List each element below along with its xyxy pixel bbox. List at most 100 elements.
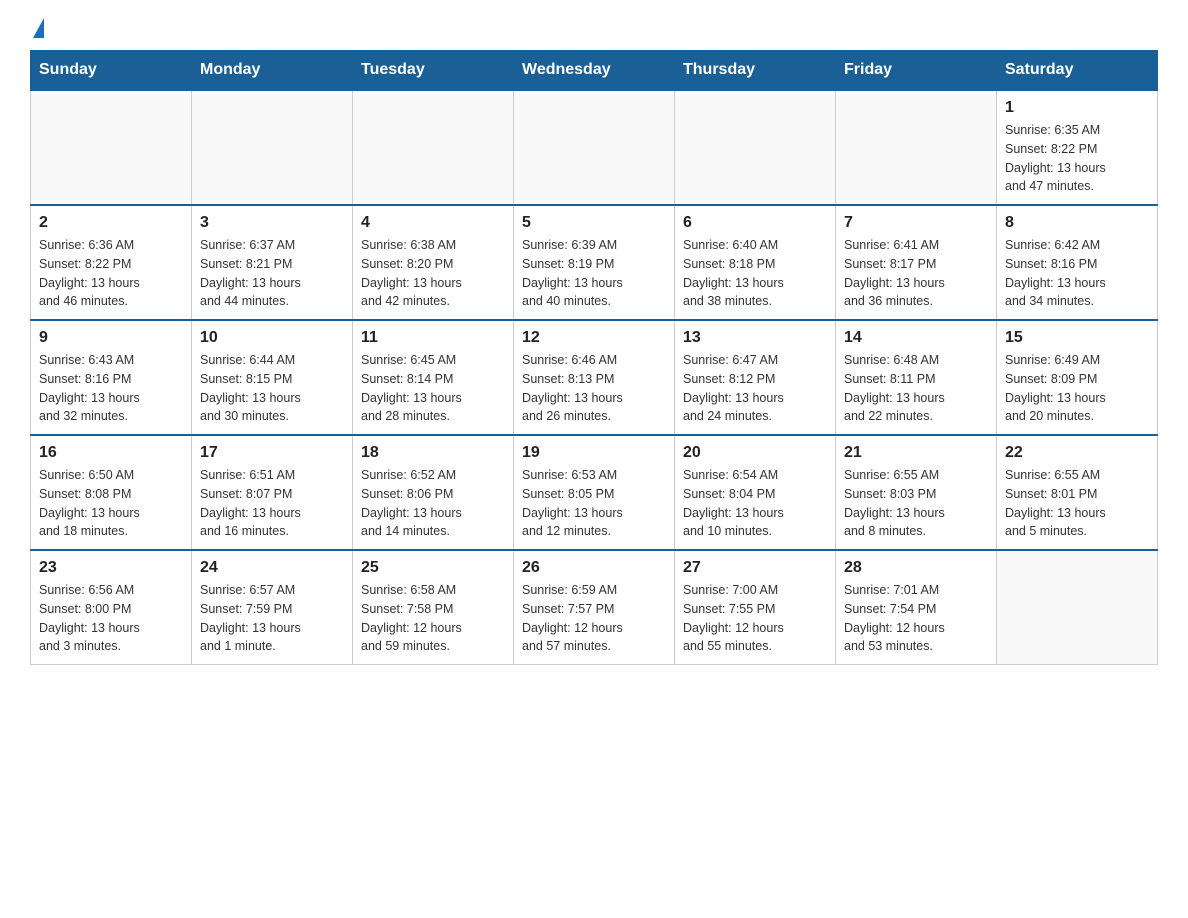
calendar-cell: 22 Sunrise: 6:55 AM Sunset: 8:01 PM Dayli… xyxy=(997,435,1158,550)
day-number: 11 xyxy=(361,329,505,347)
calendar-cell: 6 Sunrise: 6:40 AM Sunset: 8:18 PM Daylig… xyxy=(675,205,836,320)
calendar-cell: 27 Sunrise: 7:00 AM Sunset: 7:55 PM Dayli… xyxy=(675,550,836,665)
calendar-week-5: 23 Sunrise: 6:56 AM Sunset: 8:00 PM Dayli… xyxy=(31,550,1158,665)
day-info: Sunrise: 6:38 AM Sunset: 8:20 PM Dayligh… xyxy=(361,236,505,311)
day-number: 25 xyxy=(361,559,505,577)
weekday-header-saturday: Saturday xyxy=(997,51,1158,91)
logo xyxy=(30,20,44,40)
day-number: 24 xyxy=(200,559,344,577)
calendar-cell: 23 Sunrise: 6:56 AM Sunset: 8:00 PM Dayli… xyxy=(31,550,192,665)
calendar-cell: 3 Sunrise: 6:37 AM Sunset: 8:21 PM Daylig… xyxy=(192,205,353,320)
day-info: Sunrise: 6:45 AM Sunset: 8:14 PM Dayligh… xyxy=(361,351,505,426)
page-header xyxy=(30,20,1158,40)
calendar-table: SundayMondayTuesdayWednesdayThursdayFrid… xyxy=(30,50,1158,665)
calendar-cell xyxy=(514,90,675,205)
day-info: Sunrise: 6:48 AM Sunset: 8:11 PM Dayligh… xyxy=(844,351,988,426)
day-number: 20 xyxy=(683,444,827,462)
day-number: 16 xyxy=(39,444,183,462)
day-info: Sunrise: 6:47 AM Sunset: 8:12 PM Dayligh… xyxy=(683,351,827,426)
calendar-cell: 28 Sunrise: 7:01 AM Sunset: 7:54 PM Dayli… xyxy=(836,550,997,665)
calendar-cell: 1 Sunrise: 6:35 AM Sunset: 8:22 PM Daylig… xyxy=(997,90,1158,205)
weekday-header-thursday: Thursday xyxy=(675,51,836,91)
day-info: Sunrise: 6:44 AM Sunset: 8:15 PM Dayligh… xyxy=(200,351,344,426)
day-info: Sunrise: 6:54 AM Sunset: 8:04 PM Dayligh… xyxy=(683,466,827,541)
calendar-cell: 4 Sunrise: 6:38 AM Sunset: 8:20 PM Daylig… xyxy=(353,205,514,320)
day-number: 8 xyxy=(1005,214,1149,232)
calendar-cell: 17 Sunrise: 6:51 AM Sunset: 8:07 PM Dayli… xyxy=(192,435,353,550)
weekday-header-wednesday: Wednesday xyxy=(514,51,675,91)
calendar-cell: 15 Sunrise: 6:49 AM Sunset: 8:09 PM Dayli… xyxy=(997,320,1158,435)
calendar-cell: 7 Sunrise: 6:41 AM Sunset: 8:17 PM Daylig… xyxy=(836,205,997,320)
day-info: Sunrise: 6:55 AM Sunset: 8:01 PM Dayligh… xyxy=(1005,466,1149,541)
day-info: Sunrise: 6:35 AM Sunset: 8:22 PM Dayligh… xyxy=(1005,121,1149,196)
day-info: Sunrise: 6:56 AM Sunset: 8:00 PM Dayligh… xyxy=(39,581,183,656)
calendar-cell xyxy=(31,90,192,205)
calendar-cell: 26 Sunrise: 6:59 AM Sunset: 7:57 PM Dayli… xyxy=(514,550,675,665)
day-info: Sunrise: 6:41 AM Sunset: 8:17 PM Dayligh… xyxy=(844,236,988,311)
day-number: 26 xyxy=(522,559,666,577)
calendar-cell: 19Sunrise: 6:53 AM Sunset: 8:05 PM Dayli… xyxy=(514,435,675,550)
day-number: 2 xyxy=(39,214,183,232)
calendar-cell xyxy=(997,550,1158,665)
day-number: 21 xyxy=(844,444,988,462)
day-info: Sunrise: 6:36 AM Sunset: 8:22 PM Dayligh… xyxy=(39,236,183,311)
day-info: Sunrise: 6:58 AM Sunset: 7:58 PM Dayligh… xyxy=(361,581,505,656)
weekday-header-tuesday: Tuesday xyxy=(353,51,514,91)
calendar-cell xyxy=(675,90,836,205)
day-number: 6 xyxy=(683,214,827,232)
day-info: Sunrise: 6:40 AM Sunset: 8:18 PM Dayligh… xyxy=(683,236,827,311)
day-info: Sunrise: 6:37 AM Sunset: 8:21 PM Dayligh… xyxy=(200,236,344,311)
day-info: Sunrise: 6:53 AM Sunset: 8:05 PM Dayligh… xyxy=(522,466,666,541)
day-info: Sunrise: 6:59 AM Sunset: 7:57 PM Dayligh… xyxy=(522,581,666,656)
day-number: 10 xyxy=(200,329,344,347)
calendar-cell: 5 Sunrise: 6:39 AM Sunset: 8:19 PM Daylig… xyxy=(514,205,675,320)
day-info: Sunrise: 6:43 AM Sunset: 8:16 PM Dayligh… xyxy=(39,351,183,426)
day-number: 14 xyxy=(844,329,988,347)
day-number: 1 xyxy=(1005,99,1149,117)
weekday-header-monday: Monday xyxy=(192,51,353,91)
day-number: 22 xyxy=(1005,444,1149,462)
day-number: 28 xyxy=(844,559,988,577)
calendar-cell: 25 Sunrise: 6:58 AM Sunset: 7:58 PM Dayli… xyxy=(353,550,514,665)
day-info: Sunrise: 6:49 AM Sunset: 8:09 PM Dayligh… xyxy=(1005,351,1149,426)
day-info: Sunrise: 7:01 AM Sunset: 7:54 PM Dayligh… xyxy=(844,581,988,656)
calendar-cell: 11 Sunrise: 6:45 AM Sunset: 8:14 PM Dayli… xyxy=(353,320,514,435)
calendar-cell: 20 Sunrise: 6:54 AM Sunset: 8:04 PM Dayli… xyxy=(675,435,836,550)
day-number: 17 xyxy=(200,444,344,462)
day-info: Sunrise: 7:00 AM Sunset: 7:55 PM Dayligh… xyxy=(683,581,827,656)
weekday-header-friday: Friday xyxy=(836,51,997,91)
calendar-cell: 13Sunrise: 6:47 AM Sunset: 8:12 PM Dayli… xyxy=(675,320,836,435)
day-info: Sunrise: 6:39 AM Sunset: 8:19 PM Dayligh… xyxy=(522,236,666,311)
day-number: 15 xyxy=(1005,329,1149,347)
calendar-week-2: 2 Sunrise: 6:36 AM Sunset: 8:22 PM Daylig… xyxy=(31,205,1158,320)
calendar-cell xyxy=(192,90,353,205)
calendar-cell: 12 Sunrise: 6:46 AM Sunset: 8:13 PM Dayli… xyxy=(514,320,675,435)
day-number: 4 xyxy=(361,214,505,232)
day-info: Sunrise: 6:46 AM Sunset: 8:13 PM Dayligh… xyxy=(522,351,666,426)
day-info: Sunrise: 6:51 AM Sunset: 8:07 PM Dayligh… xyxy=(200,466,344,541)
day-number: 3 xyxy=(200,214,344,232)
day-number: 27 xyxy=(683,559,827,577)
calendar-cell: 18 Sunrise: 6:52 AM Sunset: 8:06 PM Dayli… xyxy=(353,435,514,550)
day-info: Sunrise: 6:52 AM Sunset: 8:06 PM Dayligh… xyxy=(361,466,505,541)
day-info: Sunrise: 6:55 AM Sunset: 8:03 PM Dayligh… xyxy=(844,466,988,541)
calendar-week-4: 16 Sunrise: 6:50 AM Sunset: 8:08 PM Dayli… xyxy=(31,435,1158,550)
calendar-header-row: SundayMondayTuesdayWednesdayThursdayFrid… xyxy=(31,51,1158,91)
calendar-cell: 16 Sunrise: 6:50 AM Sunset: 8:08 PM Dayli… xyxy=(31,435,192,550)
calendar-week-3: 9 Sunrise: 6:43 AM Sunset: 8:16 PM Daylig… xyxy=(31,320,1158,435)
day-number: 5 xyxy=(522,214,666,232)
day-number: 18 xyxy=(361,444,505,462)
day-number: 7 xyxy=(844,214,988,232)
day-number: 23 xyxy=(39,559,183,577)
day-info: Sunrise: 6:50 AM Sunset: 8:08 PM Dayligh… xyxy=(39,466,183,541)
logo-triangle-icon xyxy=(33,18,44,38)
calendar-cell: 2 Sunrise: 6:36 AM Sunset: 8:22 PM Daylig… xyxy=(31,205,192,320)
calendar-cell: 10 Sunrise: 6:44 AM Sunset: 8:15 PM Dayli… xyxy=(192,320,353,435)
day-info: Sunrise: 6:57 AM Sunset: 7:59 PM Dayligh… xyxy=(200,581,344,656)
calendar-cell xyxy=(836,90,997,205)
calendar-cell: 8 Sunrise: 6:42 AM Sunset: 8:16 PM Daylig… xyxy=(997,205,1158,320)
day-number: 12 xyxy=(522,329,666,347)
day-number: 9 xyxy=(39,329,183,347)
day-info: Sunrise: 6:42 AM Sunset: 8:16 PM Dayligh… xyxy=(1005,236,1149,311)
calendar-cell: 14 Sunrise: 6:48 AM Sunset: 8:11 PM Dayli… xyxy=(836,320,997,435)
